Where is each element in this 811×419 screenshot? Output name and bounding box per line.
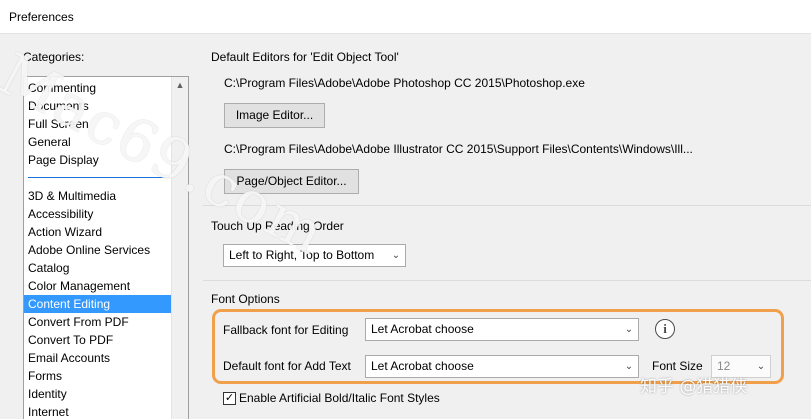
category-item[interactable]: Accessibility (24, 205, 172, 223)
category-item[interactable]: Forms (24, 367, 172, 385)
info-icon[interactable]: i (655, 319, 675, 339)
fallback-font-select[interactable]: Let Acrobat choose ⌄ (365, 318, 639, 341)
default-font-value: Let Acrobat choose (371, 359, 474, 373)
category-item[interactable]: Convert To PDF (24, 331, 172, 349)
font-size-value: 12 (717, 359, 731, 373)
touchup-section-title: Touch Up Reading Order (211, 219, 344, 233)
scroll-up-icon[interactable]: ▲ (172, 80, 188, 90)
category-item[interactable]: Internet (24, 403, 172, 419)
chevron-down-icon[interactable]: ⌄ (752, 356, 770, 377)
categories-items: Commenting Documents Full Screen General Pag… (24, 79, 172, 419)
page-editor-path: C:\Program Files\Adobe\Adobe Illustrator… (224, 142, 693, 156)
categories-label: Categories: (23, 50, 85, 64)
category-item[interactable]: Content Editing (24, 295, 172, 313)
font-options-section-title: Font Options (211, 292, 280, 306)
title-bar: Preferences (0, 0, 811, 34)
categories-scrollbar[interactable]: ▲ (171, 77, 188, 419)
image-editor-button[interactable]: Image Editor... (224, 103, 325, 128)
category-item[interactable]: Adobe Online Services (24, 241, 172, 259)
category-item[interactable]: Documents (24, 97, 172, 115)
chevron-down-icon[interactable]: ⌄ (387, 245, 405, 266)
category-item[interactable]: Commenting (24, 79, 172, 97)
section-divider (203, 205, 811, 206)
chevron-down-icon[interactable]: ⌄ (620, 356, 638, 377)
font-size-label: Font Size (652, 359, 703, 373)
chevron-down-icon[interactable]: ⌄ (620, 319, 638, 340)
fallback-font-value: Let Acrobat choose (371, 322, 474, 336)
category-item[interactable]: Catalog (24, 259, 172, 277)
image-editor-path: C:\Program Files\Adobe\Adobe Photoshop C… (224, 76, 585, 90)
category-item[interactable]: General (24, 133, 172, 151)
category-item[interactable]: Color Management (24, 277, 172, 295)
bold-italic-checkbox[interactable]: ✓ (223, 392, 236, 405)
section-divider (203, 280, 811, 281)
fallback-font-label: Fallback font for Editing (223, 323, 349, 337)
reading-order-value: Left to Right, Top to Bottom (229, 248, 375, 262)
category-item[interactable]: Full Screen (24, 115, 172, 133)
reading-order-select[interactable]: Left to Right, Top to Bottom ⌄ (223, 244, 406, 267)
category-item[interactable]: Identity (24, 385, 172, 403)
page-object-editor-button[interactable]: Page/Object Editor... (224, 169, 359, 194)
default-font-select[interactable]: Let Acrobat choose ⌄ (365, 355, 639, 378)
category-item[interactable]: Convert From PDF (24, 313, 172, 331)
category-item[interactable]: Action Wizard (24, 223, 172, 241)
bold-italic-label: Enable Artificial Bold/Italic Font Style… (239, 391, 440, 405)
font-size-select[interactable]: 12 ⌄ (711, 355, 771, 378)
editors-section-title: Default Editors for 'Edit Object Tool' (211, 50, 399, 64)
category-item[interactable]: Page Display (24, 151, 172, 169)
category-item[interactable]: Email Accounts (24, 349, 172, 367)
categories-list[interactable]: Commenting Documents Full Screen General Pag… (23, 76, 189, 419)
category-separator (24, 169, 172, 187)
category-item[interactable]: 3D & Multimedia (24, 187, 172, 205)
default-font-label: Default font for Add Text (223, 359, 351, 373)
window-title: Preferences (9, 10, 74, 24)
